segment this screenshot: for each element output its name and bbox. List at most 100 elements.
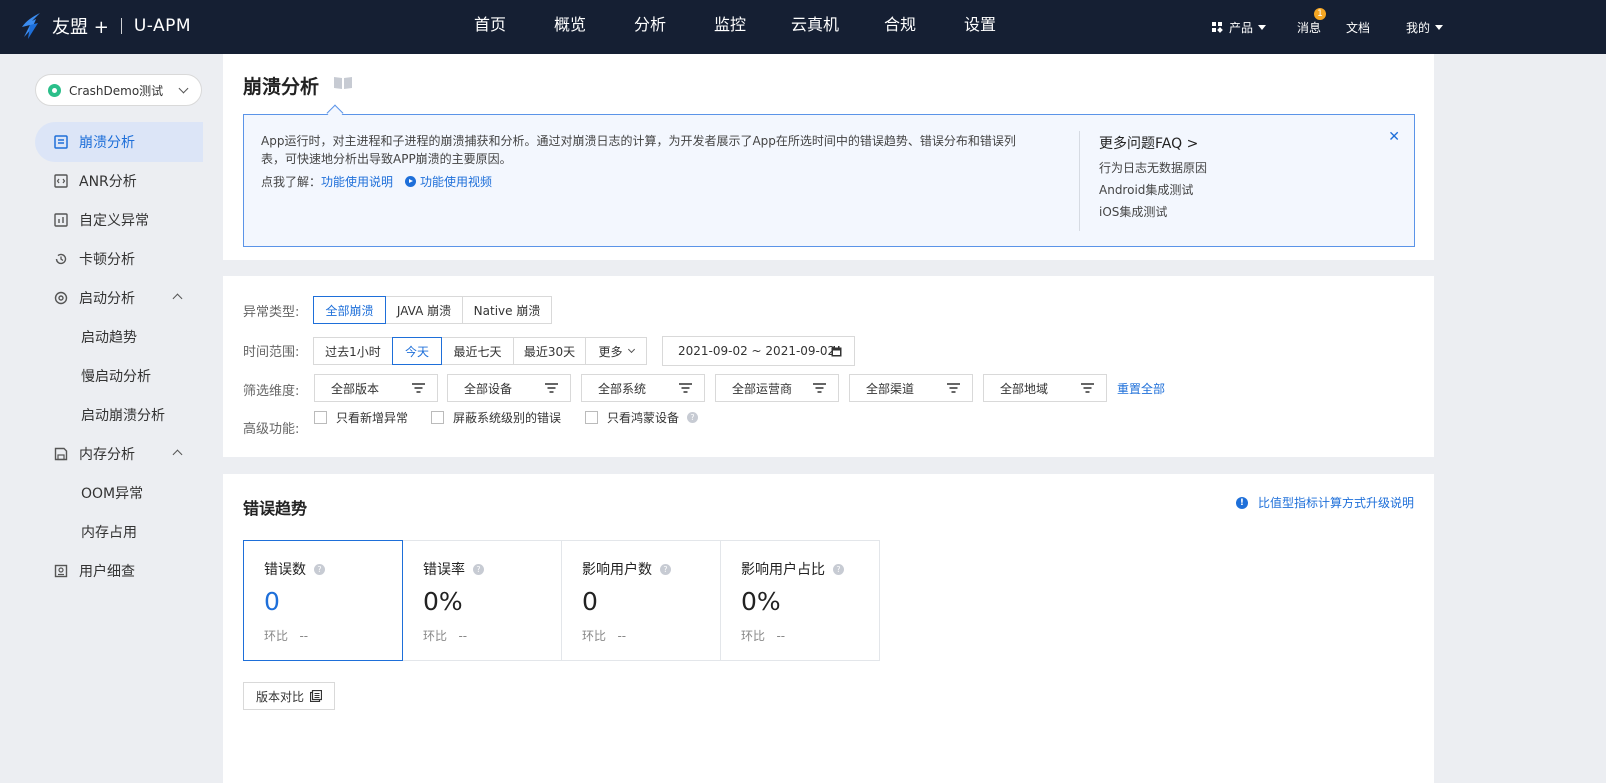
- nav-cloud-device[interactable]: 云真机: [775, 0, 855, 54]
- faq-item[interactable]: iOS集成测试: [1099, 203, 1167, 220]
- sidebar-item-slow-startup[interactable]: 慢启动分析: [35, 356, 203, 396]
- sidebar-item-anr[interactable]: ANR分析: [35, 161, 203, 201]
- close-icon[interactable]: ✕: [1388, 129, 1400, 145]
- new-exceptions-checkbox[interactable]: 只看新增异常: [314, 409, 408, 426]
- compare-label: 环比: [741, 629, 766, 643]
- filter-icon: [412, 383, 425, 393]
- power-icon: [53, 290, 69, 306]
- carrier-filter[interactable]: 全部运营商: [715, 374, 839, 402]
- products-menu[interactable]: 产品: [1212, 0, 1267, 54]
- anr-icon: [53, 173, 69, 189]
- upgrade-note-link[interactable]: ! 比值型指标计算方式升级说明: [1235, 494, 1414, 511]
- device-filter[interactable]: 全部设备: [447, 374, 571, 402]
- trend-title: 错误趋势: [243, 499, 308, 518]
- time-range-selector: 过去1小时 今天 最近七天 最近30天 更多: [313, 337, 647, 365]
- advanced-label: 高级功能:: [243, 422, 300, 437]
- help-icon[interactable]: ?: [314, 563, 325, 575]
- mask-system-errors-checkbox[interactable]: 屏蔽系统级别的错误: [431, 409, 561, 426]
- guide-link[interactable]: 功能使用说明: [321, 173, 393, 190]
- os-filter[interactable]: 全部系统: [581, 374, 705, 402]
- filter-icon: [1081, 383, 1094, 393]
- nav-analysis[interactable]: 分析: [615, 0, 685, 54]
- nav-monitor[interactable]: 监控: [695, 0, 765, 54]
- nav-overview[interactable]: 概览: [535, 0, 605, 54]
- sidebar-item-label: 慢启动分析: [81, 369, 151, 385]
- faq-item[interactable]: 行为日志无数据原因: [1099, 159, 1207, 176]
- reset-all-link[interactable]: 重置全部: [1117, 380, 1165, 397]
- harmony-devices-checkbox[interactable]: 只看鸿蒙设备?: [585, 409, 699, 426]
- sidebar-item-label: 启动趋势: [81, 330, 137, 346]
- metric-card-affected-users[interactable]: 影响用户数? 0 环比 --: [561, 540, 721, 661]
- time-option-30-days[interactable]: 最近30天: [513, 337, 586, 365]
- main-nav: 首页 概览 分析 监控 云真机 合规 设置: [455, 0, 1015, 54]
- version-filter[interactable]: 全部版本: [314, 374, 438, 402]
- chevron-down-icon: [627, 345, 635, 354]
- help-icon[interactable]: ?: [687, 412, 699, 423]
- date-range-picker[interactable]: 2021-09-02 ~ 2021-09-02: [662, 336, 855, 366]
- time-option-last-hour[interactable]: 过去1小时: [313, 337, 393, 365]
- sidebar-item-crash-analysis[interactable]: 崩溃分析: [35, 122, 203, 162]
- faq-title-link[interactable]: 更多问题FAQ >: [1099, 133, 1198, 153]
- sidebar-item-oom[interactable]: OOM异常: [35, 473, 203, 513]
- checkbox-box: [314, 411, 327, 424]
- sidebar-item-startup-crash[interactable]: 启动崩溃分析: [35, 395, 203, 435]
- metric-label-text: 影响用户占比: [741, 562, 825, 578]
- learn-more-prefix: 点我了解：: [261, 175, 322, 189]
- sidebar-item-memory-analysis[interactable]: 内存分析: [35, 434, 203, 474]
- sidebar-item-user-lookup[interactable]: 用户细查: [35, 551, 203, 591]
- docs-label: 文档: [1346, 20, 1371, 35]
- chevron-down-icon: [1435, 24, 1444, 30]
- compare-value: --: [299, 629, 309, 643]
- time-option-7-days[interactable]: 最近七天: [441, 337, 514, 365]
- metric-card-affected-user-ratio[interactable]: 影响用户占比? 0% 环比 --: [720, 540, 880, 661]
- intro-description: App运行时，对主进程和子进程的崩溃捕获和分析。通过对崩溃日志的计算，为开发者展…: [261, 134, 1016, 166]
- sidebar-item-custom-exception[interactable]: 自定义异常: [35, 200, 203, 240]
- type-option-all[interactable]: 全部崩溃: [313, 296, 386, 324]
- help-icon[interactable]: ?: [833, 563, 844, 575]
- app-status-icon: [48, 83, 61, 97]
- filter-label: 全部渠道: [866, 381, 915, 396]
- product-name: U-APM: [133, 16, 192, 36]
- chevron-down-icon: [1258, 24, 1267, 30]
- app-selector[interactable]: CrashDemo测试: [35, 74, 202, 106]
- faq-item[interactable]: Android集成测试: [1099, 181, 1193, 198]
- umeng-logo-icon: [22, 13, 40, 39]
- nav-home[interactable]: 首页: [455, 0, 525, 54]
- metric-card-error-count[interactable]: 错误数? 0 环比 --: [243, 540, 403, 661]
- grid-icon: [1212, 21, 1223, 33]
- filter-label: 全部版本: [331, 381, 380, 396]
- nav-compliance[interactable]: 合规: [865, 0, 935, 54]
- logo-divider: [120, 18, 122, 34]
- version-compare-label: 版本对比: [256, 689, 305, 704]
- time-option-today[interactable]: 今天: [392, 337, 442, 365]
- user-profile-icon: [53, 563, 69, 579]
- type-option-native[interactable]: Native 崩溃: [462, 296, 552, 324]
- play-icon: [405, 176, 417, 187]
- nav-settings[interactable]: 设置: [945, 0, 1015, 54]
- time-range-label: 时间范围:: [243, 345, 300, 360]
- sidebar-item-label: 卡顿分析: [79, 252, 135, 268]
- version-compare-button[interactable]: 版本对比: [243, 682, 335, 710]
- logo[interactable]: 友盟 + U-APM: [18, 8, 191, 44]
- sidebar-item-lag-analysis[interactable]: 卡顿分析: [35, 239, 203, 279]
- time-option-more[interactable]: 更多: [585, 337, 647, 365]
- checkbox-label: 只看鸿蒙设备: [607, 411, 680, 425]
- compare-value: --: [776, 629, 786, 643]
- help-icon[interactable]: ?: [473, 563, 484, 575]
- region-filter[interactable]: 全部地域: [983, 374, 1107, 402]
- channel-filter[interactable]: 全部渠道: [849, 374, 973, 402]
- crash-report-icon: [53, 134, 69, 150]
- book-icon[interactable]: [333, 76, 353, 90]
- metric-compare: 环比 --: [264, 627, 308, 644]
- sidebar-item-memory-usage[interactable]: 内存占用: [35, 512, 203, 552]
- video-link[interactable]: 功能使用视频: [420, 173, 492, 190]
- docs-link[interactable]: 文档: [1346, 0, 1370, 54]
- sidebar-item-startup-trend[interactable]: 启动趋势: [35, 317, 203, 357]
- metric-label-text: 错误率: [423, 562, 465, 578]
- metric-card-error-rate[interactable]: 错误率? 0% 环比 --: [402, 540, 562, 661]
- sidebar-item-startup-analysis[interactable]: 启动分析: [35, 278, 203, 318]
- help-icon[interactable]: ?: [660, 563, 671, 575]
- user-menu[interactable]: 我的: [1406, 0, 1444, 54]
- filter-icon: [679, 383, 692, 393]
- type-option-java[interactable]: JAVA 崩溃: [385, 296, 463, 324]
